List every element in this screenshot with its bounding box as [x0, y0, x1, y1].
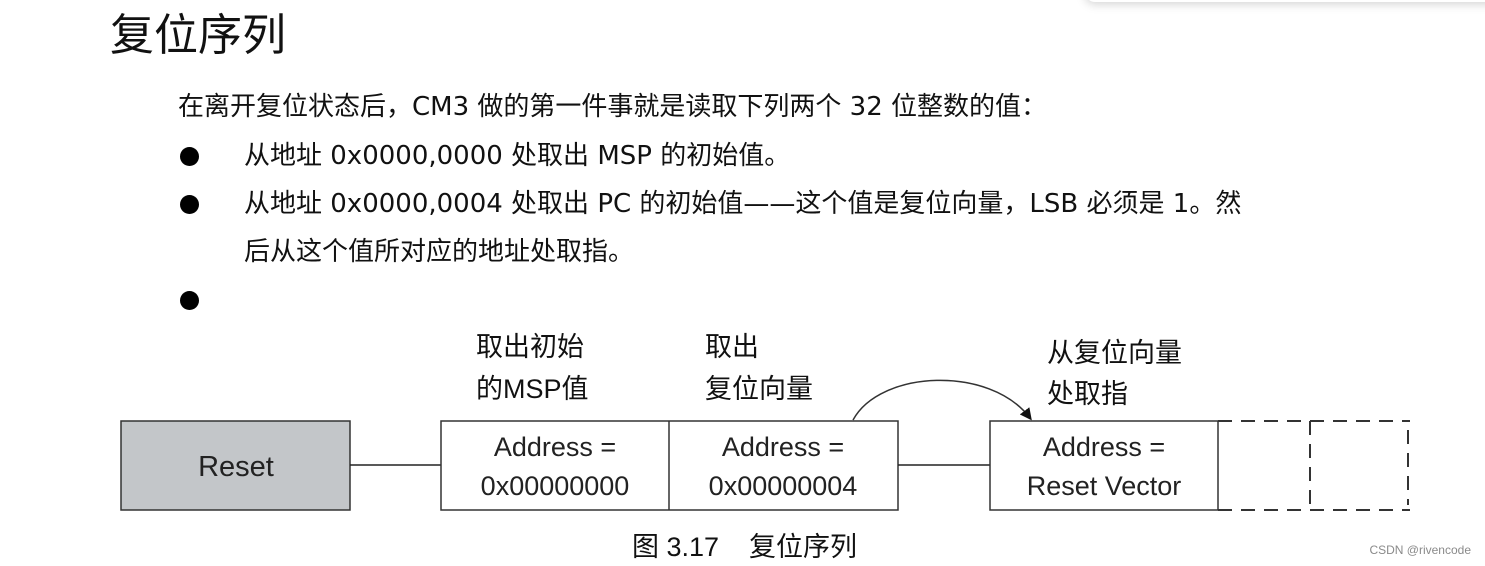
address-box-msp-line2: 0x00000000	[481, 471, 630, 501]
dashed-continuation-boxes	[1218, 420, 1410, 511]
address-box-msp-line1: Address =	[494, 432, 616, 462]
reset-sequence-diagram: Reset Address = 0x00000000 Address = 0x0…	[120, 332, 1410, 562]
address-box-vector-line1: Address =	[722, 432, 844, 462]
label-fetch-msp-line2: 的MSP值	[476, 374, 589, 404]
watermark: CSDN @rivencode	[1369, 543, 1471, 557]
label-fetch-msp-line1: 取出初始	[476, 332, 584, 362]
label-fetch-vector-line1: 取出	[705, 332, 759, 362]
figure-caption: 图 3.17 复位序列	[632, 532, 857, 562]
reset-label: Reset	[198, 451, 274, 483]
label-fetch-instr-line1: 从复位向量	[1047, 338, 1182, 368]
label-fetch-instr-line2: 处取指	[1047, 379, 1128, 409]
jump-arrow-icon	[852, 379, 1032, 421]
address-box-reset-line2: Reset Vector	[1027, 471, 1182, 501]
label-fetch-vector-line2: 复位向量	[705, 374, 813, 404]
address-box-vector-line2: 0x00000004	[709, 471, 858, 501]
address-box-reset-line1: Address =	[1043, 432, 1165, 462]
